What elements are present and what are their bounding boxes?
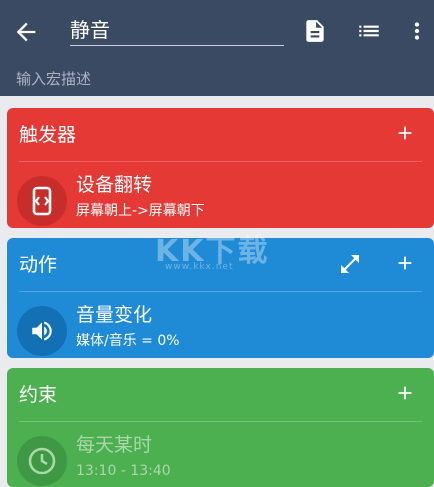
action-item-title[interactable]: 音量变化 bbox=[76, 304, 152, 326]
phone-flip-icon bbox=[17, 176, 67, 226]
constraint-divider bbox=[19, 421, 422, 422]
constraint-item-title[interactable]: 每天某时 bbox=[76, 434, 152, 456]
back-arrow-icon[interactable] bbox=[12, 18, 40, 46]
trigger-card: 触发器 设备翻转 屏幕朝上->屏幕朝下 bbox=[7, 108, 434, 228]
add-trigger-icon[interactable] bbox=[394, 122, 416, 144]
add-action-icon[interactable] bbox=[394, 252, 416, 274]
trigger-divider bbox=[19, 161, 422, 162]
macro-name-field[interactable]: 静音 bbox=[70, 14, 284, 46]
macro-name-text: 静音 bbox=[70, 18, 110, 42]
clock-icon bbox=[17, 436, 67, 486]
constraint-card: 约束 每天某时 13:10 - 13:40 bbox=[7, 368, 434, 487]
trigger-item-title[interactable]: 设备翻转 bbox=[76, 174, 152, 196]
volume-icon bbox=[17, 306, 67, 356]
trigger-item-subtitle: 屏幕朝上->屏幕朝下 bbox=[76, 203, 205, 219]
expand-icon[interactable] bbox=[338, 252, 362, 276]
document-icon[interactable] bbox=[302, 18, 328, 44]
action-title: 动作 bbox=[19, 254, 58, 276]
macro-description-field[interactable]: 输入宏描述 bbox=[16, 70, 91, 88]
constraint-title: 约束 bbox=[19, 384, 58, 406]
constraint-header: 约束 bbox=[7, 368, 434, 420]
app-bar: 静音 输入宏描述 bbox=[0, 0, 434, 96]
watermark-subtext: www.kkx.net bbox=[165, 262, 234, 272]
action-divider bbox=[19, 291, 422, 292]
add-constraint-icon[interactable] bbox=[394, 382, 416, 404]
list-icon[interactable] bbox=[356, 18, 382, 44]
more-vert-icon[interactable] bbox=[404, 18, 430, 44]
constraint-item-subtitle: 13:10 - 13:40 bbox=[76, 463, 171, 479]
trigger-title: 触发器 bbox=[19, 124, 77, 146]
action-item-subtitle: 媒体/音乐 = 0% bbox=[76, 333, 180, 349]
trigger-header: 触发器 bbox=[7, 108, 434, 160]
